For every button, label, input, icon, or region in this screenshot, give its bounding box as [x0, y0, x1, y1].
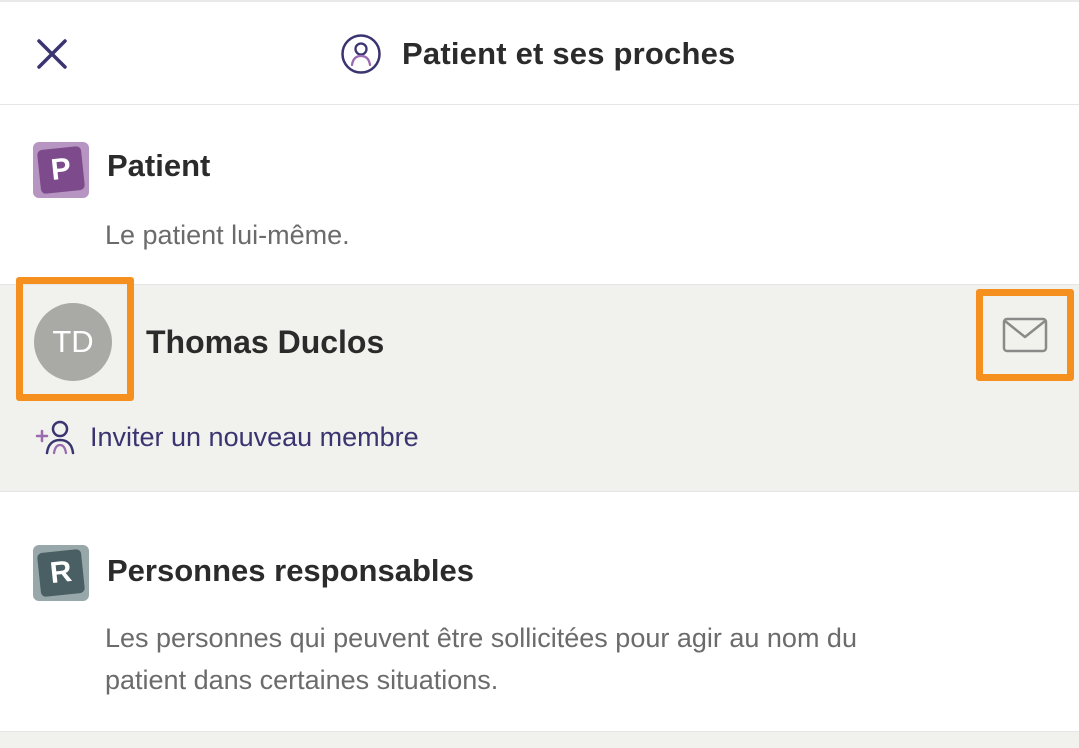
responsables-badge-letter: R — [36, 548, 86, 598]
patient-badge: P — [33, 142, 89, 198]
responsables-section-description-line2: patient dans certaines situations. — [105, 665, 499, 695]
responsables-section-description-line1: Les personnes qui peuvent être sollicité… — [105, 623, 857, 653]
patient-badge-letter: P — [36, 145, 86, 195]
responsables-section-title: Personnes responsables — [107, 553, 474, 588]
avatar[interactable]: TD — [34, 303, 112, 381]
dialog-header: Patient et ses proches — [0, 0, 1079, 105]
responsables-badge: R — [33, 545, 89, 601]
add-person-icon — [35, 420, 75, 455]
patient-section-title: Patient — [107, 148, 211, 183]
page-title: Patient et ses proches — [402, 36, 736, 71]
patient-section: P Patient Le patient lui-même. — [0, 106, 1079, 284]
send-email-button[interactable] — [976, 289, 1074, 381]
member-name: Thomas Duclos — [146, 324, 385, 360]
members-section: TD Thomas Duclos Inviter un nouveau memb… — [0, 277, 1079, 492]
invite-member-link[interactable]: Inviter un nouveau membre — [34, 417, 419, 457]
mail-icon — [1002, 317, 1048, 353]
header-title-group: Patient et ses proches — [340, 30, 735, 78]
user-circle-icon — [341, 34, 381, 74]
responsables-section: R Personnes responsables Les personnes q… — [0, 493, 1079, 731]
invite-member-label: Inviter un nouveau membre — [90, 421, 419, 452]
next-section-edge — [0, 731, 1079, 748]
close-icon — [37, 39, 67, 69]
patient-section-description: Le patient lui-même. — [105, 220, 350, 250]
close-button[interactable] — [30, 32, 74, 76]
